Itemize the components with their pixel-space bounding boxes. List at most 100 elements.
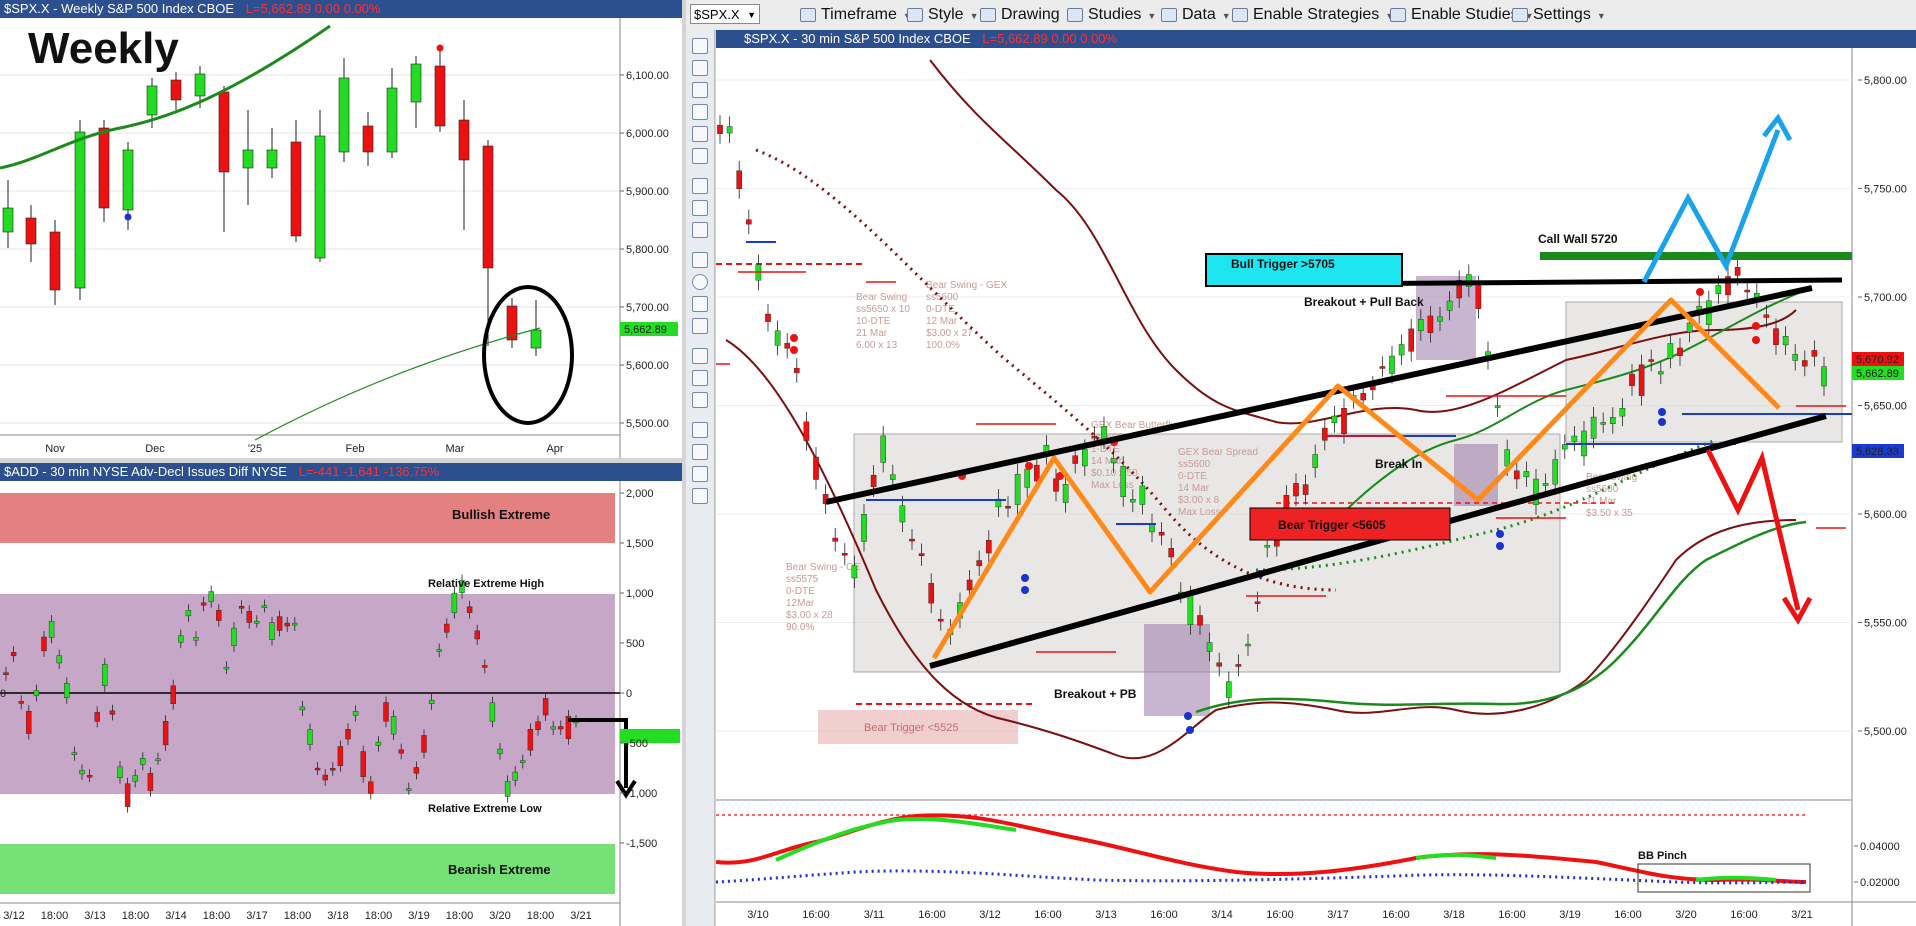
timeframe-label: Timeframe <box>821 6 897 23</box>
breadth-x-label: 18:00 <box>446 910 474 922</box>
crosshair-tool-icon[interactable] <box>692 60 708 76</box>
weekly-chart-pane[interactable]: 6,100.00 6,000.00 5,900.00 5,800.00 5,700.00… <box>0 0 682 458</box>
main-candle <box>1446 300 1453 311</box>
main-x-label: 16:00 <box>1382 909 1410 921</box>
eraser-tool-icon[interactable] <box>692 444 708 460</box>
settings-tool-icon[interactable] <box>692 488 708 504</box>
main-candle <box>726 126 733 134</box>
breadth-bar <box>383 702 389 722</box>
grid-tool-icon[interactable] <box>692 222 708 238</box>
rectangle-tool-icon[interactable] <box>692 296 708 312</box>
highlight-box-2 <box>1416 276 1476 360</box>
indicator-y-label: 0.02000 <box>1860 877 1900 889</box>
breadth-y-label: 1,500 <box>626 538 654 550</box>
breakout-pb-label: Breakout + PB <box>1054 687 1137 701</box>
main-candle <box>1677 347 1683 356</box>
main-x-label: 3/19 <box>1559 909 1580 921</box>
breadth-bar <box>558 726 564 730</box>
gear-icon <box>1512 7 1528 22</box>
breadth-bar <box>56 655 62 664</box>
breadth-bar <box>41 636 47 652</box>
main-candle <box>1158 531 1165 536</box>
indicator-green-segment <box>1415 852 1777 882</box>
symbol-input[interactable]: $SPX.X ▼ <box>690 4 760 24</box>
svg-text:ss5575: ss5575 <box>786 574 819 585</box>
breadth-y-label: 2,000 <box>626 488 654 500</box>
breadth-bar <box>246 611 252 623</box>
breadth-quote: L=-441 -1,641 -136.75% <box>298 464 440 479</box>
main-candle <box>1418 319 1424 332</box>
cursor-tool-icon[interactable] <box>692 38 708 54</box>
breadth-x-label: 3/18 <box>327 910 348 922</box>
enable-strategies-menu[interactable]: Enable Strategies▼ <box>1232 0 1394 30</box>
breadth-x-label: 3/20 <box>489 910 510 922</box>
drawing-menu[interactable]: Drawing▼ <box>980 0 1075 30</box>
alert-tool-icon[interactable] <box>692 466 708 482</box>
main-candle <box>1792 353 1798 361</box>
weekly-candle <box>386 87 398 153</box>
breadth-bar <box>147 773 154 791</box>
price-tag-red-text: 5,670.92 <box>1856 354 1899 366</box>
main-chart-svg[interactable]: Bear Trigger <5525 Bear Swingss5650 x 10… <box>716 30 1916 926</box>
chevron-down-icon[interactable]: ▼ <box>747 5 756 25</box>
delete-drawing-icon[interactable] <box>692 370 708 386</box>
data-menu[interactable]: Data ▼ <box>1161 0 1231 30</box>
svg-text:0-DTE: 0-DTE <box>786 586 815 597</box>
weekly-dot-red <box>436 44 444 52</box>
triangle-tool-icon[interactable] <box>692 148 708 164</box>
svg-text:100.0%: 100.0% <box>926 340 960 351</box>
svg-text:ss5650 x 10: ss5650 x 10 <box>856 304 910 315</box>
main-candle <box>1216 662 1223 667</box>
svg-text:6.00 x 13: 6.00 x 13 <box>856 340 898 351</box>
breadth-bar <box>254 621 260 624</box>
main-candle <box>1130 498 1136 503</box>
breadth-x-label: 3/17 <box>246 910 267 922</box>
weekly-candle <box>98 127 110 209</box>
ellipse-tool-icon[interactable] <box>692 274 708 290</box>
hide-drawing-icon[interactable] <box>692 392 708 408</box>
svg-text:14 Mar: 14 Mar <box>1178 483 1210 494</box>
polygon-tool-icon[interactable] <box>692 318 708 334</box>
trendline-tool-icon[interactable] <box>692 126 708 142</box>
svg-text:11 Mar: 11 Mar <box>1586 496 1617 507</box>
fib-tool-icon[interactable] <box>692 178 708 194</box>
magnet-tool-icon[interactable] <box>692 422 708 438</box>
weekly-candle <box>410 63 422 103</box>
breadth-bar <box>162 721 169 746</box>
settings-menu[interactable]: Settings ▼ <box>1512 0 1606 30</box>
call-wall-bar <box>1540 252 1852 260</box>
line-tool-icon[interactable] <box>692 348 708 364</box>
breadth-bar <box>489 702 496 722</box>
main-x-label: 3/17 <box>1327 909 1348 921</box>
breadth-chart-svg[interactable]: Bullish Extreme Relative Extreme High Re… <box>0 463 682 926</box>
main-candle <box>1101 426 1107 440</box>
style-menu[interactable]: Style ▼ <box>907 0 979 30</box>
breadth-chart-pane[interactable]: Bullish Extreme Relative Extreme High Re… <box>0 463 682 926</box>
data-label: Data <box>1182 6 1216 23</box>
channel-tool-icon[interactable] <box>692 200 708 216</box>
breadth-x-label: 3/13 <box>84 910 105 922</box>
weekly-candle <box>74 131 86 289</box>
weekly-candle <box>338 77 350 153</box>
main-candle <box>1379 366 1386 369</box>
enable-studies-label: Enable Studies <box>1411 6 1519 23</box>
breadth-header-title: $ADD - 30 min NYSE Adv-Decl Issues Diff … <box>4 464 287 479</box>
main-candle <box>1542 483 1549 486</box>
text-tool-icon[interactable] <box>692 252 708 268</box>
breadth-bar <box>216 610 222 621</box>
main-chart-pane[interactable]: Bear Trigger <5525 Bear Swing ss5650 x 10… <box>716 30 1916 926</box>
breadth-bar <box>482 665 488 668</box>
main-y-label: 5,500.00 <box>1864 726 1907 738</box>
breadth-bar <box>117 766 123 779</box>
studies-menu[interactable]: Studies ▼ <box>1067 0 1156 30</box>
main-candle <box>1619 408 1626 417</box>
move-tool-icon[interactable] <box>692 82 708 98</box>
main-candle <box>1197 615 1203 626</box>
main-x-label: 3/12 <box>979 909 1000 921</box>
breadth-bar <box>504 781 511 797</box>
main-candle <box>736 170 743 190</box>
timeframe-menu[interactable]: Timeframe▼ <box>800 0 912 30</box>
zoom-tool-icon[interactable] <box>692 104 708 120</box>
breadth-bar <box>322 774 328 781</box>
main-candle <box>928 583 935 604</box>
